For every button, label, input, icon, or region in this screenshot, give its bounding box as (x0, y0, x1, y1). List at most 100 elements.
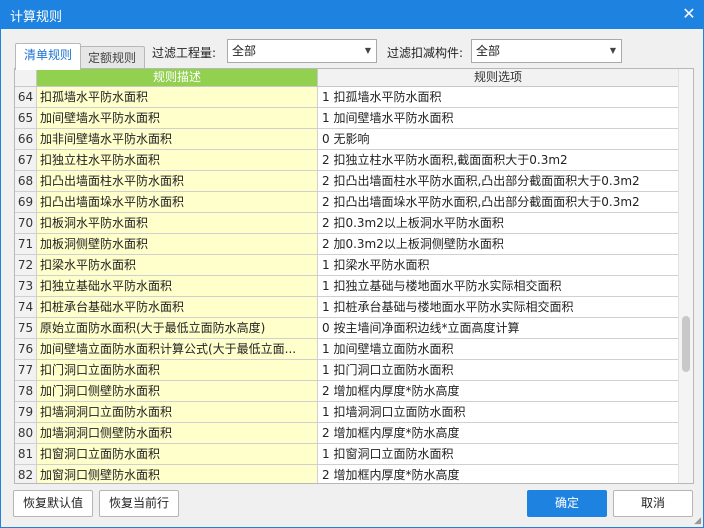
rule-option-cell[interactable]: 1 加间壁墙水平防水面积 (318, 108, 679, 129)
rule-description-cell[interactable]: 扣独立柱水平防水面积 (37, 150, 318, 171)
rule-description-cell[interactable]: 扣桩承台基础水平防水面积 (37, 297, 318, 318)
vertical-scrollbar[interactable] (678, 69, 693, 483)
table-row[interactable]: 64 扣孤墙水平防水面积 1 扣孤墙水平防水面积 (15, 87, 679, 108)
table-row[interactable]: 73 扣独立基础水平防水面积 1 扣独立基础与楼地面水平防水实际相交面积 (15, 276, 679, 297)
rule-description-cell[interactable]: 加间壁墙立面防水面积计算公式(大于最低立面... (37, 339, 318, 360)
table-row[interactable]: 75 原始立面防水面积(大于最低立面防水高度) 0 按主墙间净面积边线*立面高度计算 (15, 318, 679, 339)
resize-grip-icon[interactable]: ◢ (694, 516, 701, 526)
ok-button[interactable]: 确定 (527, 490, 607, 517)
row-number: 77 (15, 360, 37, 381)
rule-description-cell[interactable]: 扣板洞水平防水面积 (37, 213, 318, 234)
rule-description-cell[interactable]: 加间壁墙水平防水面积 (37, 108, 318, 129)
tab-bill-rules[interactable]: 清单规则 (15, 43, 82, 70)
table-row[interactable]: 74 扣桩承台基础水平防水面积 1 扣桩承台基础与楼地面水平防水实际相交面积 (15, 297, 679, 318)
rule-description-cell[interactable]: 加墙洞洞口侧壁防水面积 (37, 423, 318, 444)
row-number: 81 (15, 444, 37, 465)
rule-description-cell[interactable]: 扣凸出墙面柱水平防水面积 (37, 171, 318, 192)
row-number: 75 (15, 318, 37, 339)
rule-option-cell[interactable]: 2 扣独立柱水平防水面积,截面面积大于0.3m2 (318, 150, 679, 171)
filter-component-label: 过滤扣减构件: (387, 46, 464, 60)
chevron-down-icon: ▼ (609, 46, 616, 55)
row-number: 73 (15, 276, 37, 297)
tab-quota-rules[interactable]: 定额规则 (79, 46, 146, 70)
chevron-down-icon: ▼ (364, 46, 371, 55)
rule-option-cell[interactable]: 2 增加框内厚度*防水高度 (318, 465, 679, 483)
filter-component-value: 全部 (476, 44, 501, 58)
rule-option-cell[interactable]: 2 加0.3m2以上板洞侧壁防水面积 (318, 234, 679, 255)
table-row[interactable]: 82 加窗洞口侧壁防水面积 2 增加框内厚度*防水高度 (15, 465, 679, 483)
rule-description-cell[interactable]: 扣独立基础水平防水面积 (37, 276, 318, 297)
rule-option-cell[interactable]: 2 扣凸出墙面垛水平防水面积,凸出部分截面面积大于0.3m2 (318, 192, 679, 213)
title-bar: 计算规则 ✕ (0, 0, 704, 29)
rule-option-cell[interactable]: 1 扣独立基础与楼地面水平防水实际相交面积 (318, 276, 679, 297)
cancel-button[interactable]: 取消 (613, 490, 693, 517)
rule-description-cell[interactable]: 原始立面防水面积(大于最低立面防水高度) (37, 318, 318, 339)
header-number (15, 69, 37, 87)
table-row[interactable]: 76 加间壁墙立面防水面积计算公式(大于最低立面... 1 加间壁墙立面防水面积 (15, 339, 679, 360)
filter-project-label: 过滤工程量: (152, 46, 217, 60)
row-number: 78 (15, 381, 37, 402)
table-row[interactable]: 77 扣门洞口立面防水面积 1 扣门洞口立面防水面积 (15, 360, 679, 381)
row-number: 79 (15, 402, 37, 423)
table-row[interactable]: 81 扣窗洞口立面防水面积 1 扣窗洞口立面防水面积 (15, 444, 679, 465)
scrollbar-thumb[interactable] (682, 316, 690, 372)
table-row[interactable]: 71 加板洞侧壁防水面积 2 加0.3m2以上板洞侧壁防水面积 (15, 234, 679, 255)
rule-option-cell[interactable]: 2 增加框内厚度*防水高度 (318, 423, 679, 444)
row-number: 82 (15, 465, 37, 483)
filter-project-value: 全部 (232, 44, 257, 58)
row-number: 71 (15, 234, 37, 255)
table-row[interactable]: 68 扣凸出墙面柱水平防水面积 2 扣凸出墙面柱水平防水面积,凸出部分截面面积大于0… (15, 171, 679, 192)
table-row[interactable]: 70 扣板洞水平防水面积 2 扣0.3m2以上板洞水平防水面积 (15, 213, 679, 234)
rule-description-cell[interactable]: 加窗洞口侧壁防水面积 (37, 465, 318, 483)
table-header: 规则描述 规则选项 (15, 69, 679, 87)
rule-option-cell[interactable]: 1 扣门洞口立面防水面积 (318, 360, 679, 381)
row-number: 80 (15, 423, 37, 444)
rule-description-cell[interactable]: 加门洞口侧壁防水面积 (37, 381, 318, 402)
row-number: 67 (15, 150, 37, 171)
rule-option-cell[interactable]: 1 扣桩承台基础与楼地面水平防水实际相交面积 (318, 297, 679, 318)
table-row[interactable]: 65 加间壁墙水平防水面积 1 加间壁墙水平防水面积 (15, 108, 679, 129)
rule-description-cell[interactable]: 扣孤墙水平防水面积 (37, 87, 318, 108)
row-number: 70 (15, 213, 37, 234)
header-rule-description[interactable]: 规则描述 (37, 69, 318, 87)
rule-option-cell[interactable]: 2 扣凸出墙面柱水平防水面积,凸出部分截面面积大于0.3m2 (318, 171, 679, 192)
header-rule-option[interactable]: 规则选项 (318, 69, 679, 87)
table-row[interactable]: 72 扣梁水平防水面积 1 扣梁水平防水面积 (15, 255, 679, 276)
rule-description-cell[interactable]: 扣门洞口立面防水面积 (37, 360, 318, 381)
rule-option-cell[interactable]: 1 加间壁墙立面防水面积 (318, 339, 679, 360)
window-title: 计算规则 (10, 10, 63, 25)
row-number: 64 (15, 87, 37, 108)
rule-option-cell[interactable]: 1 扣窗洞口立面防水面积 (318, 444, 679, 465)
row-number: 72 (15, 255, 37, 276)
close-icon[interactable]: ✕ (678, 3, 700, 25)
row-number: 66 (15, 129, 37, 150)
rule-option-cell[interactable]: 1 扣梁水平防水面积 (318, 255, 679, 276)
rule-description-cell[interactable]: 加非间壁墙水平防水面积 (37, 129, 318, 150)
rule-option-cell[interactable]: 0 按主墙间净面积边线*立面高度计算 (318, 318, 679, 339)
table-row[interactable]: 79 扣墙洞洞口立面防水面积 1 扣墙洞洞口立面防水面积 (15, 402, 679, 423)
rule-option-cell[interactable]: 2 增加框内厚度*防水高度 (318, 381, 679, 402)
row-number: 65 (15, 108, 37, 129)
row-number: 76 (15, 339, 37, 360)
rule-option-cell[interactable]: 0 无影响 (318, 129, 679, 150)
rule-option-cell[interactable]: 1 扣墙洞洞口立面防水面积 (318, 402, 679, 423)
rule-description-cell[interactable]: 加板洞侧壁防水面积 (37, 234, 318, 255)
row-number: 68 (15, 171, 37, 192)
rule-option-cell[interactable]: 1 扣孤墙水平防水面积 (318, 87, 679, 108)
table-row[interactable]: 80 加墙洞洞口侧壁防水面积 2 增加框内厚度*防水高度 (15, 423, 679, 444)
rule-description-cell[interactable]: 扣窗洞口立面防水面积 (37, 444, 318, 465)
filter-project-select[interactable]: 全部 ▼ (227, 39, 377, 63)
table-row[interactable]: 67 扣独立柱水平防水面积 2 扣独立柱水平防水面积,截面面积大于0.3m2 (15, 150, 679, 171)
rule-option-cell[interactable]: 2 扣0.3m2以上板洞水平防水面积 (318, 213, 679, 234)
table-row[interactable]: 78 加门洞口侧壁防水面积 2 增加框内厚度*防水高度 (15, 381, 679, 402)
dialog-body: 清单规则 定额规则 过滤工程量: 全部 ▼ 过滤扣减构件: 全部 ▼ 规则描述 … (0, 29, 704, 528)
filter-component-select[interactable]: 全部 ▼ (471, 39, 622, 63)
rule-description-cell[interactable]: 扣梁水平防水面积 (37, 255, 318, 276)
restore-default-button[interactable]: 恢复默认值 (13, 490, 93, 517)
table-row[interactable]: 69 扣凸出墙面垛水平防水面积 2 扣凸出墙面垛水平防水面积,凸出部分截面面积大于0… (15, 192, 679, 213)
table-rows: 64 扣孤墙水平防水面积 1 扣孤墙水平防水面积 65 加间壁墙水平防水面积 1 加间壁墙… (15, 87, 679, 483)
rule-description-cell[interactable]: 扣墙洞洞口立面防水面积 (37, 402, 318, 423)
table-row[interactable]: 66 加非间壁墙水平防水面积 0 无影响 (15, 129, 679, 150)
restore-current-row-button[interactable]: 恢复当前行 (99, 490, 179, 517)
rule-description-cell[interactable]: 扣凸出墙面垛水平防水面积 (37, 192, 318, 213)
